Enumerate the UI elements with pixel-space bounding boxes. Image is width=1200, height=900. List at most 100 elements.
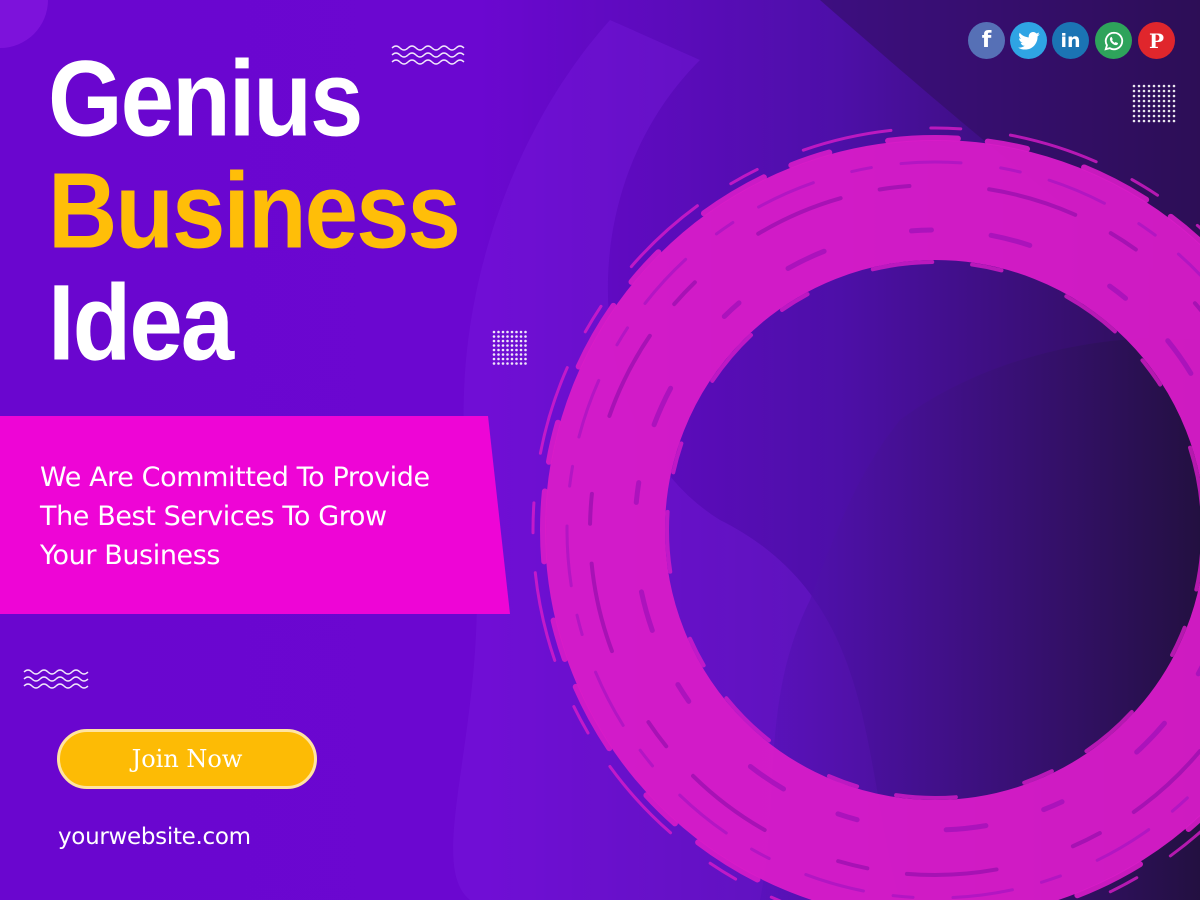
dot [515,330,518,334]
dot [1132,94,1136,98]
dot [1142,99,1146,103]
dot [1132,109,1136,113]
dot [501,339,505,343]
dot [524,344,527,347]
dot [1162,94,1166,98]
dot [1162,99,1166,103]
dot [1162,84,1166,88]
dot [515,357,518,361]
dot [497,339,500,343]
dot [1152,94,1156,98]
dot [1152,109,1156,113]
dot [492,330,496,334]
dot [519,339,523,343]
dot [524,330,527,334]
dot [1147,99,1151,103]
dot [515,335,518,338]
twitter-bird-glyph [1017,31,1040,50]
dot [1172,89,1176,93]
dot [524,339,527,343]
dot [510,344,514,347]
dot [1167,119,1171,123]
dot [1167,84,1171,88]
facebook-icon[interactable]: f [968,22,1005,59]
dot [492,339,496,343]
dot [501,330,505,334]
join-now-button[interactable]: Join Now [57,729,317,789]
dot [1142,119,1146,123]
dot [501,348,505,352]
dot [1172,99,1176,103]
dot [1142,109,1146,113]
dot [1132,99,1136,103]
twitter-icon[interactable] [1010,22,1047,59]
dot [501,353,505,356]
dot [1142,104,1146,108]
dot [1132,89,1136,93]
dot [1162,109,1166,113]
dot [510,357,514,361]
dot [1147,94,1151,98]
dot [1137,84,1141,88]
dot [510,339,514,343]
dot [1152,104,1156,108]
dot [524,353,527,356]
dot [1157,114,1161,118]
dot [1142,114,1146,118]
dot [1147,104,1151,108]
dot [1137,89,1141,93]
dot [1162,89,1166,93]
whatsapp-icon[interactable] [1095,22,1132,59]
dot [1172,109,1176,113]
dot [519,335,523,338]
website-url[interactable]: yourwebsite.com [58,824,251,850]
dot [497,357,500,361]
dot [515,339,518,343]
pinterest-icon[interactable]: P [1138,22,1175,59]
dot [1132,104,1136,108]
dot [1147,84,1151,88]
dot [515,353,518,356]
dot [1172,84,1176,88]
dot [1157,109,1161,113]
dot [510,335,514,338]
corner-circle [0,0,48,48]
dot [510,330,514,334]
dot [519,344,523,347]
dot [497,335,500,338]
pinterest-glyph: P [1148,28,1165,53]
dot [1167,104,1171,108]
dot [497,362,500,365]
tagline-line-1: We Are Committed To Provide [40,462,430,493]
dot [492,344,496,347]
linkedin-icon[interactable]: in [1052,22,1089,59]
dot [492,348,496,352]
dot [510,353,514,356]
dot [506,357,509,361]
dot [1162,119,1166,123]
dot [524,348,527,352]
dot [1157,99,1161,103]
dot [492,335,496,338]
dot [1137,94,1141,98]
dot [1137,99,1141,103]
dot [1152,114,1156,118]
dot [524,357,527,361]
whatsapp-glyph [1103,31,1123,51]
dot [1137,119,1141,123]
dot [1167,89,1171,93]
dot [519,348,523,352]
dot [1167,94,1171,98]
dot [1147,119,1151,123]
headline-line-2: Business [48,151,461,272]
dot [1162,114,1166,118]
dot [1137,114,1141,118]
dot [506,362,509,365]
banner-canvas: Genius Business Idea We Are Committed To… [0,0,1200,900]
dot [1152,119,1156,123]
dot [1147,114,1151,118]
facebook-glyph: f [981,28,992,53]
dot [515,344,518,347]
dot [497,348,500,352]
dot [501,335,505,338]
